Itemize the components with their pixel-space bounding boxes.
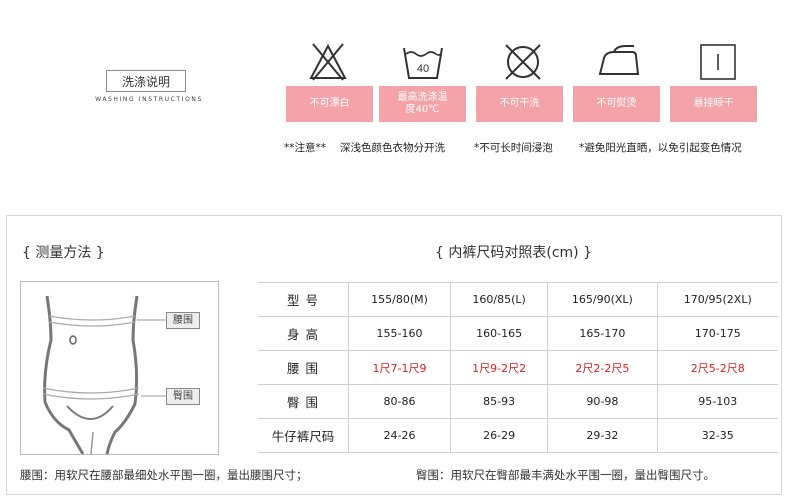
note-no-soak: *不可长时间浸泡	[474, 142, 553, 154]
table-cell: 155-160	[347, 316, 451, 351]
no-bleach-icon	[309, 43, 347, 81]
table-cell: 85-93	[450, 384, 548, 419]
table-cell: 24-26	[347, 418, 451, 453]
table-row: 腰 围 1尺7-1尺9 1尺9-2尺2 2尺2-2尺5 2尺5-2尺8	[258, 350, 778, 385]
care-label-no-iron: 不可熨烫	[573, 86, 660, 122]
size-chart-table: 型 号 155/80(M) 160/85(L) 165/90(XL) 170/9…	[258, 282, 778, 453]
measurement-figure: 腰围 臀围	[20, 281, 219, 455]
wash-40-icon: 40	[403, 47, 443, 79]
note-attention: **注意**	[284, 142, 326, 154]
table-row: 牛仔裤尺码 24-26 26-29 29-32 32-35	[258, 418, 778, 453]
table-cell: 165-170	[547, 316, 658, 351]
table-cell: 160-165	[450, 316, 548, 351]
waist-measure-note: 腰围：用软尺在腰部最细处水平围一圈，量出腰围尺寸；	[20, 468, 308, 482]
no-iron-icon	[598, 45, 640, 75]
care-label-no-dry-clean: 不可干洗	[476, 86, 563, 122]
table-cell: 2尺5-2尺8	[656, 350, 778, 385]
note-separate-colors: 深浅色颜色衣物分开洗	[340, 142, 445, 154]
row-header: 型 号	[258, 282, 349, 317]
table-cell: 170/95(2XL)	[656, 282, 778, 317]
table-cell: 80-86	[347, 384, 451, 419]
table-cell: 95-103	[656, 384, 778, 419]
note-avoid-sun: *避免阳光直晒，以免引起变色情况	[579, 142, 742, 154]
table-cell: 29-32	[547, 418, 658, 453]
care-label-no-bleach: 不可漂白	[286, 86, 373, 122]
waist-tag: 腰围	[166, 312, 200, 329]
washing-title: 洗涤说明	[106, 70, 186, 92]
hip-tag: 臀围	[166, 388, 200, 405]
table-cell: 165/90(XL)	[547, 282, 658, 317]
care-label-hang-dry: 悬挂晾干	[670, 86, 757, 122]
no-dry-clean-icon	[505, 44, 541, 80]
table-cell: 1尺7-1尺9	[347, 350, 451, 385]
table-row: 身 高 155-160 160-165 165-170 170-175	[258, 316, 778, 351]
row-header: 臀 围	[258, 384, 349, 419]
table-cell: 90-98	[547, 384, 658, 419]
table-cell: 1尺9-2尺2	[450, 350, 548, 385]
table-cell: 32-35	[656, 418, 778, 453]
hang-dry-icon	[700, 44, 736, 80]
body-outline-illustration	[42, 295, 166, 455]
table-row: 型 号 155/80(M) 160/85(L) 165/90(XL) 170/9…	[258, 282, 778, 317]
table-cell: 155/80(M)	[347, 282, 451, 317]
row-header: 牛仔裤尺码	[258, 418, 349, 453]
table-cell: 26-29	[450, 418, 548, 453]
measure-heading: { 测量方法 }	[22, 245, 105, 261]
care-label-wash-40: 最高洗涤温度40℃	[379, 86, 466, 122]
hip-measure-note: 臀围：用软尺在臀部最丰满处水平围一圈，量出臀围尺寸。	[416, 468, 715, 482]
washing-subtitle: WASHING INSTRUCTIONS	[95, 96, 203, 103]
table-cell: 2尺2-2尺5	[547, 350, 658, 385]
table-cell: 160/85(L)	[450, 282, 548, 317]
table-cell: 170-175	[656, 316, 778, 351]
wash-temp: 40	[417, 63, 429, 75]
row-header: 腰 围	[258, 350, 349, 385]
size-table-heading: { 内裤尺码对照表(cm) }	[435, 245, 592, 261]
row-header: 身 高	[258, 316, 349, 351]
table-row: 臀 围 80-86 85-93 90-98 95-103	[258, 384, 778, 419]
